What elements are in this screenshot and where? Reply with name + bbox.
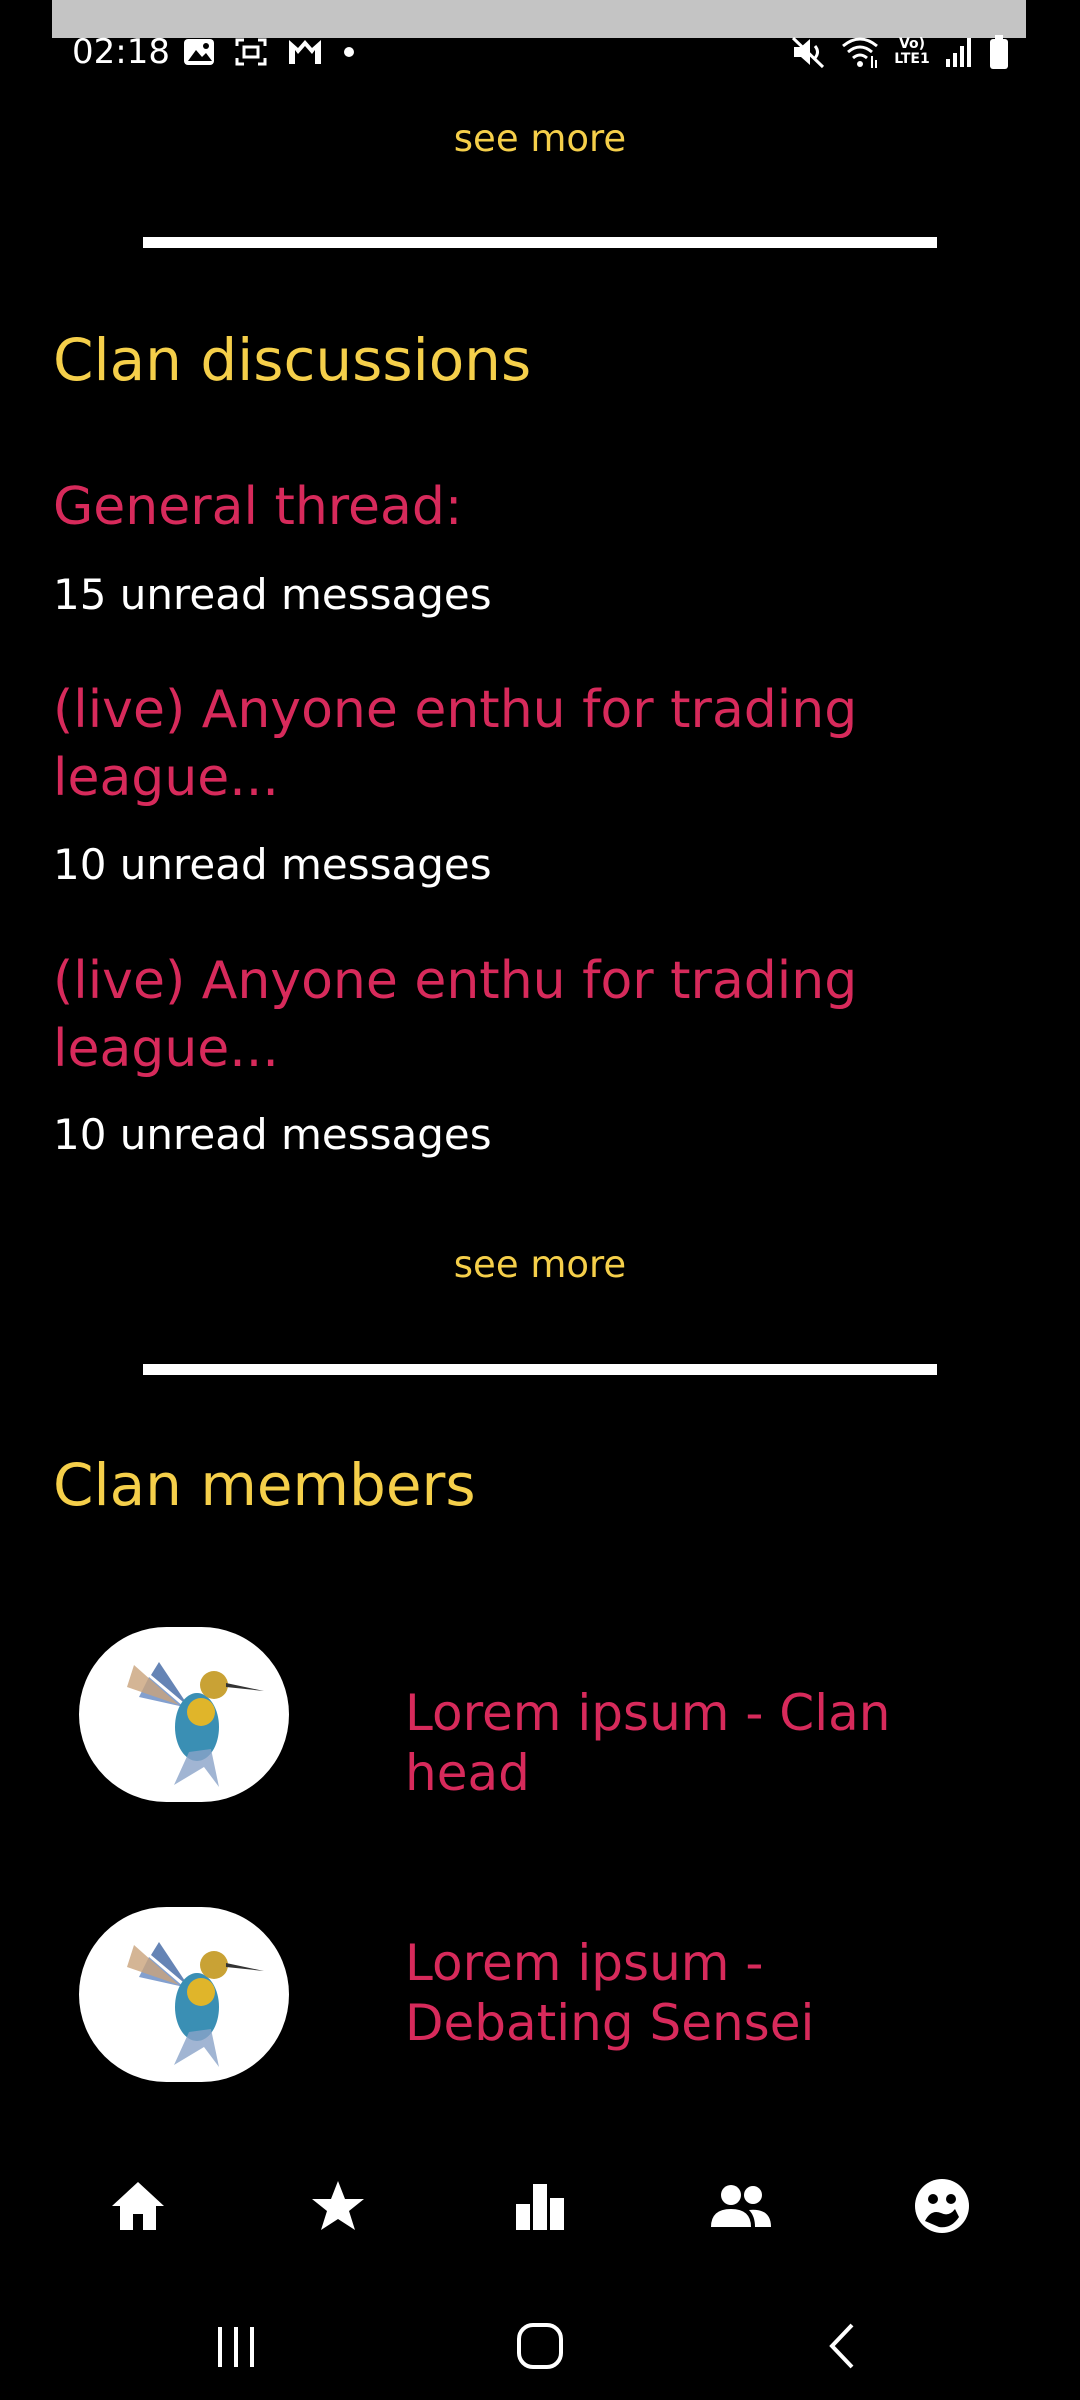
dot-icon bbox=[344, 47, 354, 57]
member-name[interactable]: Lorem ipsum - Clan head bbox=[405, 1683, 1005, 1803]
clan-members-title: Clan members bbox=[53, 1451, 476, 1519]
see-more-link-top[interactable]: see more bbox=[0, 117, 1080, 161]
recents-icon bbox=[218, 2327, 254, 2367]
thread-title[interactable]: General thread: bbox=[53, 473, 913, 541]
leaderboard-icon bbox=[516, 2184, 564, 2230]
system-home-button[interactable] bbox=[500, 2306, 580, 2386]
system-back-button[interactable] bbox=[802, 2306, 882, 2386]
system-nav-bar bbox=[0, 2280, 1080, 2400]
divider-bottom bbox=[143, 1364, 937, 1375]
thread-unread-count: 10 unread messages bbox=[53, 1110, 492, 1159]
star-icon bbox=[312, 2181, 364, 2230]
battery-icon bbox=[990, 35, 1008, 69]
bottom-nav bbox=[0, 2150, 1080, 2260]
clan-face-icon bbox=[915, 2179, 969, 2233]
m-app-icon bbox=[289, 40, 321, 64]
system-recents-button[interactable] bbox=[196, 2306, 276, 2386]
thread-title[interactable]: (live) Anyone enthu for trading league..… bbox=[53, 676, 913, 812]
gallery-icon bbox=[184, 39, 214, 65]
status-time: 02:18 bbox=[72, 32, 170, 72]
see-more-link-discussions[interactable]: see more bbox=[0, 1243, 1080, 1287]
member-avatar[interactable] bbox=[79, 1907, 289, 2082]
hummingbird-avatar-image bbox=[127, 1662, 264, 1787]
thread-title[interactable]: (live) Anyone enthu for trading league..… bbox=[53, 947, 913, 1083]
status-right-icons: Vo) LTE1 bbox=[790, 34, 1010, 70]
clan-discussions-title: Clan discussions bbox=[53, 326, 532, 394]
hummingbird-avatar-image bbox=[127, 1942, 264, 2067]
member-avatar[interactable] bbox=[79, 1627, 289, 1802]
signal-icon bbox=[946, 38, 971, 67]
home-icon bbox=[112, 2182, 164, 2230]
nav-leaderboard[interactable] bbox=[500, 2166, 580, 2246]
people-icon bbox=[711, 2185, 771, 2227]
nav-favorites[interactable] bbox=[298, 2166, 378, 2246]
wifi-icon bbox=[842, 37, 878, 68]
nav-home[interactable] bbox=[98, 2166, 178, 2246]
volte-lte-icon: Vo) LTE1 bbox=[894, 36, 930, 67]
nav-clan[interactable] bbox=[902, 2166, 982, 2246]
mute-icon bbox=[791, 36, 825, 69]
nav-people[interactable] bbox=[701, 2166, 781, 2246]
screenshot-icon bbox=[235, 38, 267, 66]
thread-unread-count: 15 unread messages bbox=[53, 570, 492, 619]
home-button-icon bbox=[517, 2323, 563, 2369]
top-gray-strip bbox=[52, 0, 1026, 38]
divider-top bbox=[143, 237, 937, 248]
member-name[interactable]: Lorem ipsum - Debating Sensei bbox=[405, 1933, 1005, 2053]
back-icon bbox=[829, 2323, 854, 2369]
thread-unread-count: 10 unread messages bbox=[53, 840, 492, 889]
status-left-icons bbox=[182, 36, 356, 68]
